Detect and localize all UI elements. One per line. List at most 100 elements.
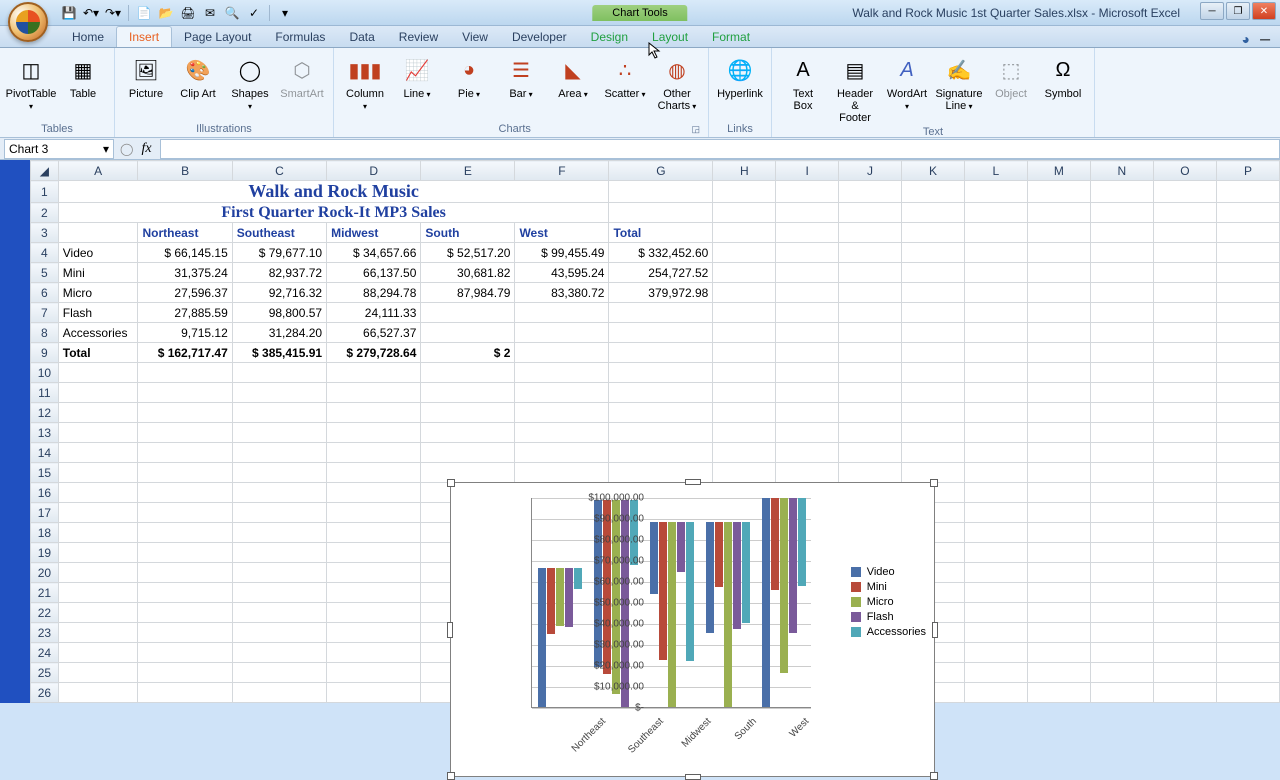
- empty-cell[interactable]: [58, 643, 138, 663]
- empty-cell[interactable]: [964, 643, 1027, 663]
- empty-cell[interactable]: [609, 463, 713, 483]
- empty-cell[interactable]: [1153, 363, 1216, 383]
- empty-cell[interactable]: [1216, 643, 1279, 663]
- charts-launcher-icon[interactable]: ◲: [691, 124, 700, 135]
- cancel-formula-icon[interactable]: ◯: [120, 142, 133, 156]
- empty-cell[interactable]: [1216, 443, 1279, 463]
- row-header[interactable]: 12: [31, 403, 59, 423]
- empty-cell[interactable]: [232, 583, 326, 603]
- tab-layout[interactable]: Layout: [640, 27, 700, 47]
- empty-cell[interactable]: [964, 683, 1027, 703]
- chart-plot-area[interactable]: [531, 498, 811, 708]
- row-header[interactable]: 10: [31, 363, 59, 383]
- empty-cell[interactable]: [1153, 663, 1216, 683]
- empty-cell[interactable]: [776, 403, 839, 423]
- row-header[interactable]: 5: [31, 263, 59, 283]
- empty-cell[interactable]: [138, 363, 232, 383]
- empty-cell[interactable]: [1216, 683, 1279, 703]
- empty-cell[interactable]: [1090, 503, 1153, 523]
- row-header[interactable]: 1: [31, 181, 59, 203]
- empty-cell[interactable]: [1090, 403, 1153, 423]
- empty-cell[interactable]: [138, 463, 232, 483]
- empty-cell[interactable]: [327, 383, 421, 403]
- pie-chart-button[interactable]: ◕Pie: [446, 52, 492, 102]
- row-header[interactable]: 13: [31, 423, 59, 443]
- empty-cell[interactable]: [1216, 603, 1279, 623]
- tab-formulas[interactable]: Formulas: [263, 27, 337, 47]
- data-cell[interactable]: 83,380.72: [515, 283, 609, 303]
- signature-line-button[interactable]: ✍Signature Line: [936, 52, 982, 114]
- empty-cell[interactable]: [232, 383, 326, 403]
- empty-cell[interactable]: [609, 443, 713, 463]
- data-header-cell[interactable]: West: [515, 223, 609, 243]
- row-header[interactable]: 26: [31, 683, 59, 703]
- empty-cell[interactable]: [1153, 443, 1216, 463]
- data-cell[interactable]: 87,984.79: [421, 283, 515, 303]
- empty-cell[interactable]: [327, 403, 421, 423]
- empty-cell[interactable]: [1216, 403, 1279, 423]
- col-header[interactable]: D: [327, 161, 421, 181]
- empty-cell[interactable]: [58, 403, 138, 423]
- empty-cell[interactable]: [901, 403, 964, 423]
- row-header[interactable]: 15: [31, 463, 59, 483]
- empty-cell[interactable]: [138, 483, 232, 503]
- empty-cell[interactable]: [964, 543, 1027, 563]
- row-header[interactable]: 14: [31, 443, 59, 463]
- row-header[interactable]: 11: [31, 383, 59, 403]
- fx-icon[interactable]: fx: [141, 141, 151, 157]
- pivottable-button[interactable]: ◫PivotTable: [8, 52, 54, 114]
- empty-cell[interactable]: [1216, 663, 1279, 683]
- empty-cell[interactable]: [1027, 423, 1090, 443]
- empty-cell[interactable]: [1216, 623, 1279, 643]
- data-cell[interactable]: 43,595.24: [515, 263, 609, 283]
- empty-cell[interactable]: [232, 683, 326, 703]
- col-header[interactable]: L: [964, 161, 1027, 181]
- spell-icon[interactable]: ✓: [245, 4, 263, 22]
- legend-item[interactable]: Flash: [851, 611, 926, 623]
- name-box[interactable]: Chart 3▾: [4, 139, 114, 159]
- data-cell[interactable]: Total: [58, 343, 138, 363]
- empty-cell[interactable]: [1027, 583, 1090, 603]
- chart-bar[interactable]: [677, 522, 685, 573]
- table-button[interactable]: ▦Table: [60, 52, 106, 102]
- empty-cell[interactable]: [1153, 603, 1216, 623]
- row-header[interactable]: 18: [31, 523, 59, 543]
- empty-cell[interactable]: [232, 363, 326, 383]
- empty-cell[interactable]: [58, 523, 138, 543]
- minimize-button[interactable]: ─: [1200, 2, 1224, 20]
- data-cell[interactable]: $ 52,517.20: [421, 243, 515, 263]
- empty-cell[interactable]: [713, 403, 776, 423]
- data-cell[interactable]: [421, 323, 515, 343]
- new-icon[interactable]: 📄: [135, 4, 153, 22]
- data-cell[interactable]: 92,716.32: [232, 283, 326, 303]
- data-cell[interactable]: 24,111.33: [327, 303, 421, 323]
- empty-cell[interactable]: [515, 363, 609, 383]
- data-cell[interactable]: 379,972.98: [609, 283, 713, 303]
- preview-icon[interactable]: 🔍: [223, 4, 241, 22]
- empty-cell[interactable]: [1027, 363, 1090, 383]
- empty-cell[interactable]: [421, 403, 515, 423]
- empty-cell[interactable]: [1090, 563, 1153, 583]
- empty-cell[interactable]: [1153, 623, 1216, 643]
- empty-cell[interactable]: [964, 663, 1027, 683]
- empty-cell[interactable]: [232, 623, 326, 643]
- empty-cell[interactable]: [58, 443, 138, 463]
- empty-cell[interactable]: [839, 363, 902, 383]
- other-charts-button[interactable]: ◍Other Charts: [654, 52, 700, 114]
- data-header-cell[interactable]: Midwest: [327, 223, 421, 243]
- empty-cell[interactable]: [421, 423, 515, 443]
- empty-cell[interactable]: [232, 503, 326, 523]
- empty-cell[interactable]: [1153, 523, 1216, 543]
- symbol-button[interactable]: ΩSymbol: [1040, 52, 1086, 102]
- empty-cell[interactable]: [58, 483, 138, 503]
- empty-cell[interactable]: [327, 663, 421, 683]
- data-cell[interactable]: [515, 343, 609, 363]
- empty-cell[interactable]: [713, 463, 776, 483]
- empty-cell[interactable]: [232, 483, 326, 503]
- scatter-chart-button[interactable]: ∴Scatter: [602, 52, 648, 102]
- data-cell[interactable]: $ 2: [421, 343, 515, 363]
- tab-format[interactable]: Format: [700, 27, 762, 47]
- empty-cell[interactable]: [58, 623, 138, 643]
- empty-cell[interactable]: [327, 423, 421, 443]
- empty-cell[interactable]: [138, 503, 232, 523]
